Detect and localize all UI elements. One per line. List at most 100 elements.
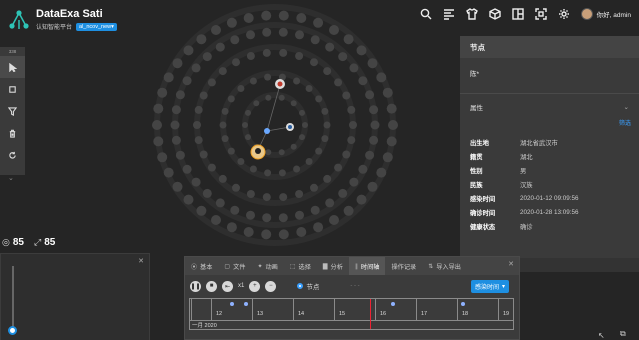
tab-3[interactable]: ⬚ 选择 bbox=[284, 257, 317, 275]
cube-icon[interactable] bbox=[488, 8, 501, 20]
tab-label: 基本 bbox=[200, 263, 213, 271]
property-key: 感染时间 bbox=[470, 195, 496, 203]
graph-node bbox=[382, 152, 393, 163]
graph-node bbox=[157, 87, 168, 98]
timeline-event[interactable] bbox=[244, 302, 248, 306]
graph-node bbox=[194, 105, 203, 114]
graph-node bbox=[382, 87, 393, 98]
property-value: 湖北省武汉市 bbox=[520, 139, 558, 147]
tab-2[interactable]: ✦ 动画 bbox=[251, 257, 283, 275]
graph-node bbox=[211, 215, 221, 225]
graph-node bbox=[349, 63, 359, 73]
timeline[interactable]: 12 13 14 15 16 17 18 19 一月 2020 bbox=[189, 298, 514, 330]
filter-link[interactable]: 筛选 bbox=[460, 118, 639, 127]
tab-label: 选择 bbox=[298, 263, 311, 271]
graph-canvas[interactable] bbox=[150, 0, 460, 250]
graph-node bbox=[237, 85, 245, 92]
dataset-selector[interactable]: al_ncov_new▾ bbox=[76, 22, 117, 31]
logo-mark-icon bbox=[9, 9, 29, 29]
skip-icon[interactable]: ⇤ bbox=[222, 280, 233, 292]
graph-node bbox=[202, 52, 212, 62]
pointer-icon[interactable] bbox=[0, 56, 25, 78]
graph-node bbox=[325, 198, 335, 208]
property-value: 汉族 bbox=[520, 181, 533, 189]
close-icon[interactable]: ✕ bbox=[138, 257, 144, 265]
graph-node bbox=[152, 120, 162, 130]
graph-node bbox=[388, 120, 398, 130]
plus-icon[interactable]: + bbox=[249, 280, 261, 292]
graph-node bbox=[296, 13, 307, 23]
graph-node bbox=[243, 227, 254, 237]
graph-node bbox=[163, 167, 174, 178]
properties-section-label: 属性 bbox=[470, 105, 483, 112]
graph-node bbox=[219, 121, 227, 129]
property-list: 出生地 湖北省武汉市 籍贯 湖北 性别 男民族 汉族 感染时间 2020-01-12 09:09… bbox=[460, 127, 639, 233]
graph-node bbox=[171, 135, 181, 145]
timeline-day-label: 12 bbox=[216, 311, 223, 317]
slider-handle[interactable] bbox=[8, 326, 17, 335]
node-radio[interactable]: 节点 bbox=[297, 281, 319, 291]
graph-node bbox=[262, 27, 272, 37]
graph-node bbox=[196, 34, 207, 45]
pause-icon[interactable]: ❚❚ bbox=[190, 280, 201, 292]
tab-5[interactable]: ∥ 时间轴 bbox=[348, 257, 386, 275]
tab-7[interactable]: ⇅ 导入导出 bbox=[422, 257, 467, 275]
refresh-icon[interactable] bbox=[0, 144, 25, 166]
timeline-event[interactable] bbox=[230, 302, 234, 306]
timeline-cursor[interactable] bbox=[370, 299, 371, 329]
tab-4[interactable]: ▇ 分析 bbox=[317, 257, 349, 275]
graph-node bbox=[295, 190, 304, 198]
graph-node bbox=[215, 42, 225, 52]
graph-node bbox=[338, 188, 348, 198]
tab-6[interactable]: 操作记录 bbox=[385, 257, 422, 275]
chevron-down-icon[interactable]: ⌄ bbox=[624, 103, 629, 111]
graph-node bbox=[293, 77, 301, 85]
stop-icon[interactable]: ■ bbox=[206, 280, 217, 292]
tab-label: 分析 bbox=[330, 263, 343, 271]
tab-1[interactable]: ▢ 文件 bbox=[218, 257, 251, 275]
graph-node bbox=[349, 177, 359, 187]
timeline-event[interactable] bbox=[391, 302, 395, 306]
graph-node bbox=[171, 105, 181, 115]
minus-icon[interactable]: − bbox=[265, 280, 277, 292]
graph-node bbox=[163, 72, 174, 83]
expand-icon[interactable]: ⧉ bbox=[620, 329, 626, 339]
graph-node bbox=[295, 52, 304, 60]
sort-field-select[interactable]: 感染时间 ▾ bbox=[470, 280, 509, 293]
graph-node bbox=[310, 205, 320, 215]
left-toolbar: 338 bbox=[0, 47, 25, 175]
graph-node bbox=[153, 136, 164, 147]
shirt-icon[interactable] bbox=[465, 8, 478, 20]
scan-icon[interactable] bbox=[534, 8, 547, 20]
speed-label[interactable]: x1 bbox=[238, 283, 244, 289]
delete-icon[interactable] bbox=[0, 122, 25, 144]
close-icon[interactable]: ✕ bbox=[508, 260, 514, 268]
properties-section-header[interactable]: 属性 ⌄ bbox=[460, 94, 639, 120]
chevron-down-icon[interactable]: ⌄ bbox=[8, 174, 14, 182]
slider-track[interactable] bbox=[12, 266, 14, 331]
export-icon: ⇅ bbox=[428, 263, 434, 270]
filter-icon[interactable] bbox=[0, 100, 25, 122]
graph-node bbox=[299, 134, 305, 141]
graph-node bbox=[243, 13, 254, 23]
graph-node bbox=[265, 94, 272, 101]
timeline-event[interactable] bbox=[461, 302, 465, 306]
graph-node bbox=[278, 149, 285, 156]
graph-node bbox=[207, 163, 216, 172]
node-detail-panel: 节点 陈* 属性 ⌄ 筛选 出生地 湖北省武汉市 籍贯 湖北 性别 男民族 汉族 感染时间 20… bbox=[460, 36, 639, 272]
gear-icon[interactable] bbox=[558, 8, 570, 20]
tab-0[interactable]: ⦿ 基本 bbox=[185, 257, 218, 275]
graph-node bbox=[245, 109, 251, 116]
property-row: 民族 汉族 bbox=[470, 177, 629, 191]
rect-select-icon[interactable] bbox=[0, 78, 25, 100]
avatar bbox=[580, 8, 593, 20]
select-icon: ⬚ bbox=[289, 263, 296, 270]
bottom-tabs: ⦿ 基本 ▢ 文件 ✦ 动画 ⬚ 选择 ▇ 分析 ∥ 时间轴 操作记录 ⇅ 导入导出 bbox=[185, 257, 519, 275]
layout-icon[interactable] bbox=[511, 8, 524, 20]
graph-node bbox=[305, 85, 313, 92]
user-menu[interactable]: 你好, admin bbox=[580, 8, 631, 20]
graph-node bbox=[321, 135, 329, 143]
graph-node bbox=[191, 63, 201, 73]
graph-node bbox=[221, 135, 229, 143]
radio-icon[interactable] bbox=[297, 283, 304, 289]
